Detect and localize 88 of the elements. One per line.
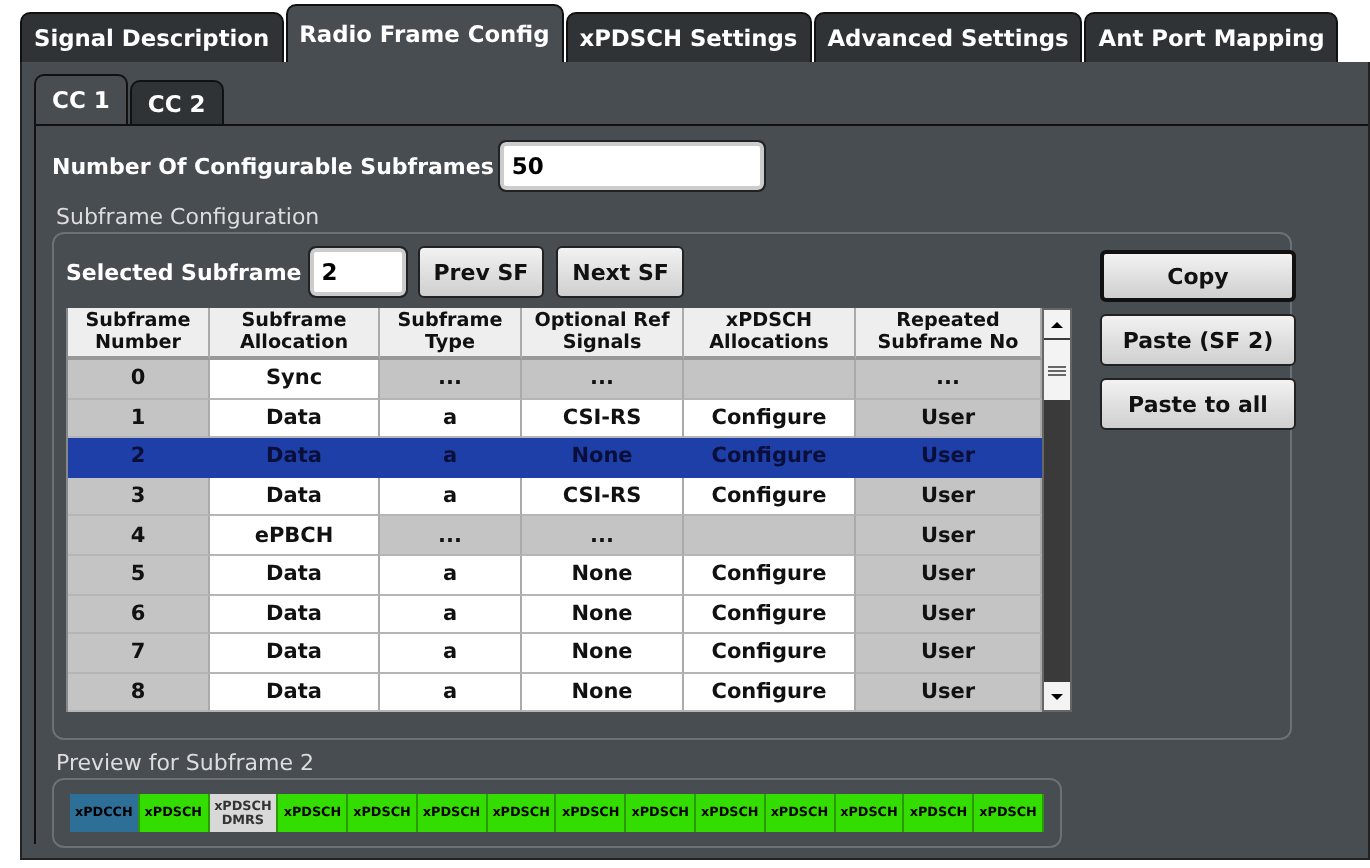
column-header: Subframe Allocation [210, 308, 380, 360]
table-row[interactable]: 5 Data a None Configure User [68, 555, 1042, 596]
table-cell: Data [210, 634, 380, 674]
table-cell: 2 [68, 438, 210, 478]
table-cell: a [380, 555, 522, 596]
table-cell: Configure [684, 555, 856, 596]
group-title: Preview for Subframe 2 [56, 750, 316, 776]
table-cell: None [522, 673, 684, 713]
table-row[interactable]: 7 Data a None Configure User [68, 634, 1042, 674]
table-cell: CSI-RS [522, 477, 684, 517]
table-cell: 0 [68, 360, 210, 400]
table-cell: Configure [684, 595, 856, 635]
table-row[interactable]: 1 Data a CSI-RS Configure User [68, 399, 1042, 439]
table-cell: None [522, 438, 684, 478]
table-cell: Data [210, 477, 380, 517]
nav-button[interactable]: Next SF [556, 246, 685, 298]
table-cell: None [522, 595, 684, 635]
table-cell: Configure [684, 399, 856, 439]
table-cell: Data [210, 673, 380, 713]
table-cell: Data [210, 555, 380, 596]
table-cell: User [856, 595, 1042, 635]
carrier-tab[interactable]: CC 1 [34, 74, 128, 124]
table-row[interactable]: 8 Data a None Configure User [68, 673, 1042, 713]
table-cell: User [856, 516, 1042, 556]
nav-button[interactable]: Prev SF [417, 246, 545, 298]
table-cell: Data [210, 438, 380, 478]
table-cell: None [522, 555, 684, 596]
scroll-thumb[interactable] [1044, 340, 1070, 400]
tab[interactable]: Signal Description [20, 12, 284, 62]
table-cell: User [856, 438, 1042, 478]
table-cell: User [856, 399, 1042, 439]
carrier-tab[interactable]: CC 2 [129, 80, 224, 124]
table-cell: Configure [684, 634, 856, 674]
table-cell: a [380, 595, 522, 635]
action-button[interactable]: Paste to all [1100, 378, 1296, 430]
subframe-field[interactable]: 2 [309, 248, 406, 296]
table-cell: 4 [68, 516, 210, 556]
table-cell: 8 [68, 673, 210, 713]
table-cell: ... [522, 360, 684, 400]
subframes-field[interactable]: 50 [499, 142, 764, 190]
table-cell: a [380, 477, 522, 517]
table-cell: User [856, 555, 1042, 596]
table-cell: a [380, 399, 522, 439]
column-header: Repeated Subframe No [856, 308, 1042, 360]
table-cell: 1 [68, 399, 210, 439]
column-header: xPDSCH Allocations [684, 308, 856, 360]
action-button[interactable]: Copy [1100, 250, 1296, 302]
table-cell: Configure [684, 438, 856, 478]
action-button[interactable]: Paste (SF 2) [1100, 314, 1296, 366]
group-title: Subframe Configuration [56, 204, 322, 230]
table-cell: CSI-RS [522, 399, 684, 439]
table-cell: Configure [684, 477, 856, 517]
table-cell: Sync [210, 360, 380, 400]
table-row[interactable]: 0 Sync ... ... ... [68, 360, 1042, 400]
table-cell: Data [210, 595, 380, 635]
table-cell: ... [380, 360, 522, 400]
scrollbar[interactable] [1042, 308, 1072, 713]
table-cell: a [380, 634, 522, 674]
tab[interactable]: xPDSCH Settings [565, 12, 812, 62]
table-cell: Data [210, 399, 380, 439]
column-header: Optional Ref Signals [522, 308, 684, 360]
scroll-up-icon[interactable] [1044, 310, 1070, 338]
table-cell: User [856, 477, 1042, 517]
table-cell: 7 [68, 634, 210, 674]
table-row[interactable]: 4 ePBCH ... ... User [68, 516, 1042, 556]
table-cell: 3 [68, 477, 210, 517]
table-row[interactable]: 6 Data a None Configure User [68, 595, 1042, 635]
field-label: Number Of Configurable Subframes [52, 153, 494, 179]
table-row[interactable]: 3 Data a CSI-RS Configure User [68, 477, 1042, 517]
table-cell: ... [380, 516, 522, 556]
table-cell: ... [522, 516, 684, 556]
table-cell: User [856, 634, 1042, 674]
tab[interactable]: Radio Frame Config [285, 4, 564, 62]
scroll-down-icon[interactable] [1044, 682, 1070, 711]
table-cell: ... [856, 360, 1042, 400]
table-cell: 5 [68, 555, 210, 596]
table-cell: a [380, 438, 522, 478]
tab[interactable]: Ant Port Mapping [1084, 12, 1339, 62]
tab[interactable]: Advanced Settings [813, 12, 1083, 62]
table-cell: Configure [684, 673, 856, 713]
table-cell: User [856, 673, 1042, 713]
table-cell: a [380, 673, 522, 713]
column-header: Subframe Type [380, 308, 522, 360]
field-label: Selected Subframe [66, 259, 302, 285]
table-cell: None [522, 634, 684, 674]
column-header: Subframe Number [68, 308, 210, 360]
table-cell: 6 [68, 595, 210, 635]
table-cell: ePBCH [210, 516, 380, 556]
